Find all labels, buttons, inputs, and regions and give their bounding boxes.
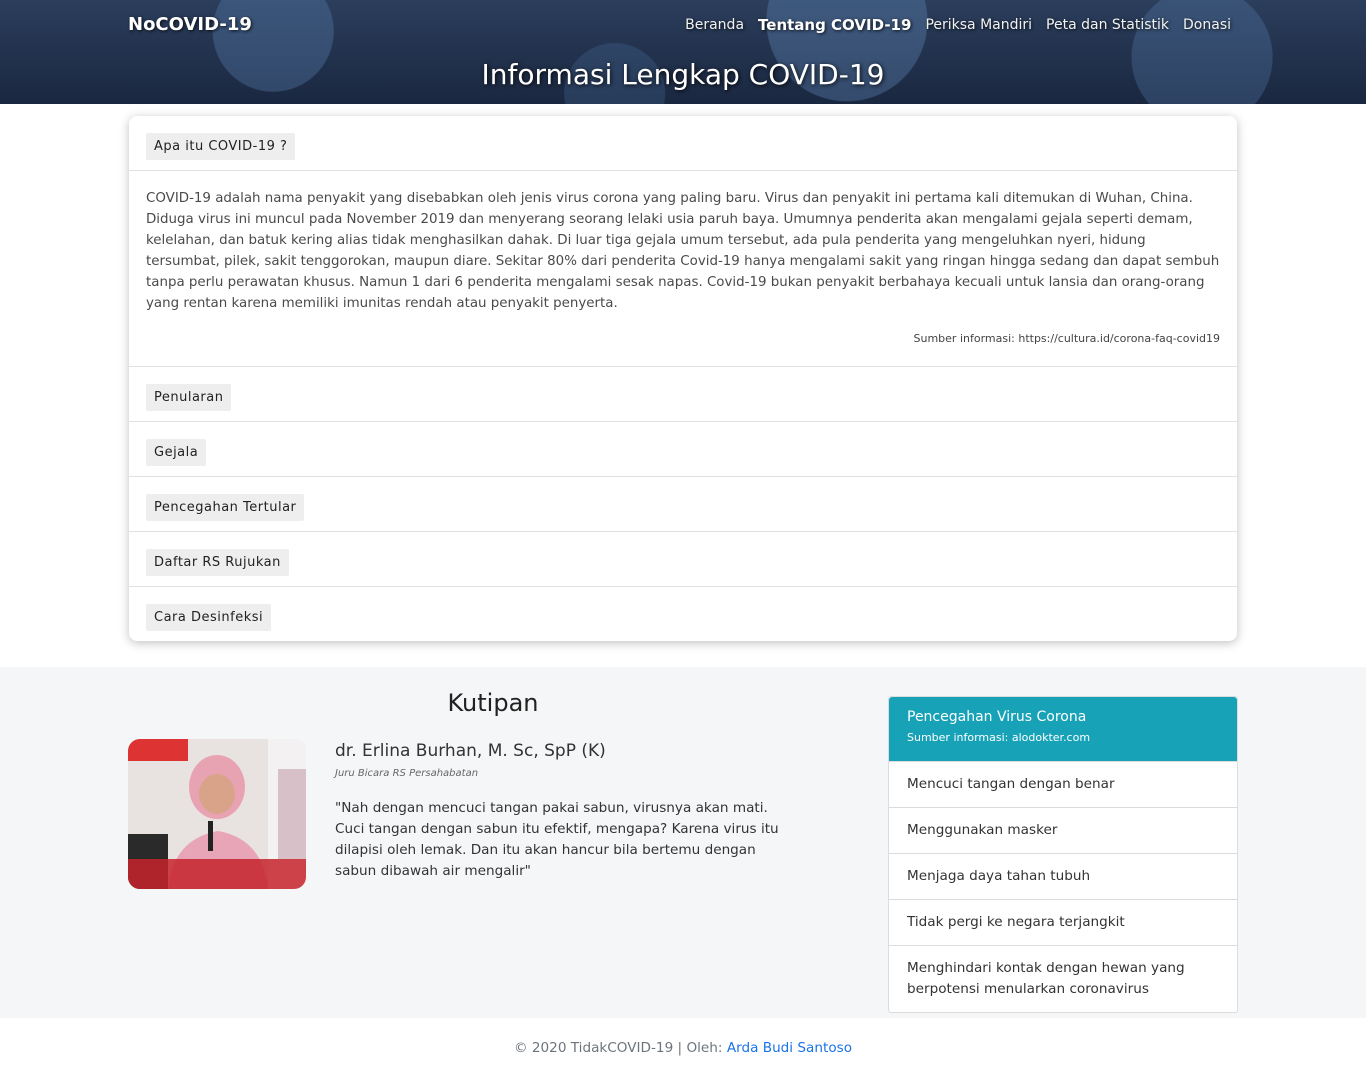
accordion-button-rs-rujukan[interactable]: Daftar RS Rujukan	[146, 549, 289, 576]
header: NoCOVID-19 Beranda Tentang COVID-19 Peri…	[0, 0, 1366, 104]
accordion-header-pencegahan: Pencegahan Tertular	[129, 477, 1237, 532]
accordion-button-desinfeksi[interactable]: Cara Desinfeksi	[146, 604, 272, 631]
prevention-list-title: Pencegahan Virus Corona	[907, 709, 1087, 725]
accordion-header-apa-itu: Apa itu COVID-19 ?	[129, 116, 1237, 171]
speaker-photo	[128, 739, 306, 889]
prevention-list-header: Pencegahan Virus Corona Sumber informasi…	[889, 697, 1237, 761]
list-item: Menggunakan masker	[889, 807, 1237, 853]
accordion-body-text: COVID-19 adalah nama penyakit yang diseb…	[146, 191, 1220, 311]
nav-peta-statistik[interactable]: Peta dan Statistik	[1046, 14, 1169, 36]
prevention-list-source: Sumber informasi: alodokter.com	[907, 731, 1091, 744]
accordion-button-apa-itu[interactable]: Apa itu COVID-19 ?	[146, 133, 296, 160]
nav-donasi[interactable]: Donasi	[1183, 14, 1231, 36]
accordion-header-rs-rujukan: Daftar RS Rujukan	[129, 532, 1237, 587]
speaker-photo-illustration	[128, 739, 306, 889]
accordion-body-apa-itu: COVID-19 adalah nama penyakit yang diseb…	[129, 171, 1237, 367]
main-nav: Beranda Tentang COVID-19 Periksa Mandiri…	[685, 14, 1231, 36]
speaker-name: dr. Erlina Burhan, M. Sc, SpP (K)	[335, 741, 606, 761]
accordion-button-penularan[interactable]: Penularan	[146, 384, 232, 411]
list-item: Menghindari kontak dengan hewan yang ber…	[889, 945, 1237, 1012]
quote-text: "Nah dengan mencuci tangan pakai sabun, …	[335, 800, 779, 879]
nav-tentang-covid19[interactable]: Tentang COVID-19	[758, 14, 911, 36]
brand-logo[interactable]: NoCOVID-19	[128, 14, 252, 35]
accordion-button-gejala[interactable]: Gejala	[146, 439, 207, 466]
author-link[interactable]: Arda Budi Santoso	[727, 1040, 852, 1056]
nav-beranda[interactable]: Beranda	[685, 14, 744, 36]
nav-periksa-mandiri[interactable]: Periksa Mandiri	[925, 14, 1032, 36]
list-item: Tidak pergi ke negara terjangkit	[889, 899, 1237, 945]
quote-section-title: Kutipan	[447, 689, 539, 717]
list-item: Mencuci tangan dengan benar	[889, 761, 1237, 807]
accordion-header-gejala: Gejala	[129, 422, 1237, 477]
accordion-header-desinfeksi: Cara Desinfeksi	[129, 587, 1237, 641]
source-text: Sumber informasi: https://cultura.id/cor…	[913, 332, 1221, 345]
list-item: Menjaga daya tahan tubuh	[889, 853, 1237, 899]
speaker-role: Juru Bicara RS Persahabatan	[335, 768, 479, 779]
accordion-header-penularan: Penularan	[129, 367, 1237, 422]
accordion-button-pencegahan[interactable]: Pencegahan Tertular	[146, 494, 305, 521]
prevention-list: Pencegahan Virus Corona Sumber informasi…	[888, 696, 1238, 1013]
quote-section: Kutipan dr. Erlina Burhan, M. Sc, SpP (K…	[0, 667, 1366, 1018]
footer-text: © 2020 TidakCOVID-19 | Oleh:	[513, 1040, 727, 1056]
footer: © 2020 TidakCOVID-19 | Oleh: Arda Budi S…	[0, 1040, 1366, 1056]
info-accordion: Apa itu COVID-19 ? COVID-19 adalah nama …	[129, 116, 1237, 641]
page-title: Informasi Lengkap COVID-19	[481, 58, 885, 91]
